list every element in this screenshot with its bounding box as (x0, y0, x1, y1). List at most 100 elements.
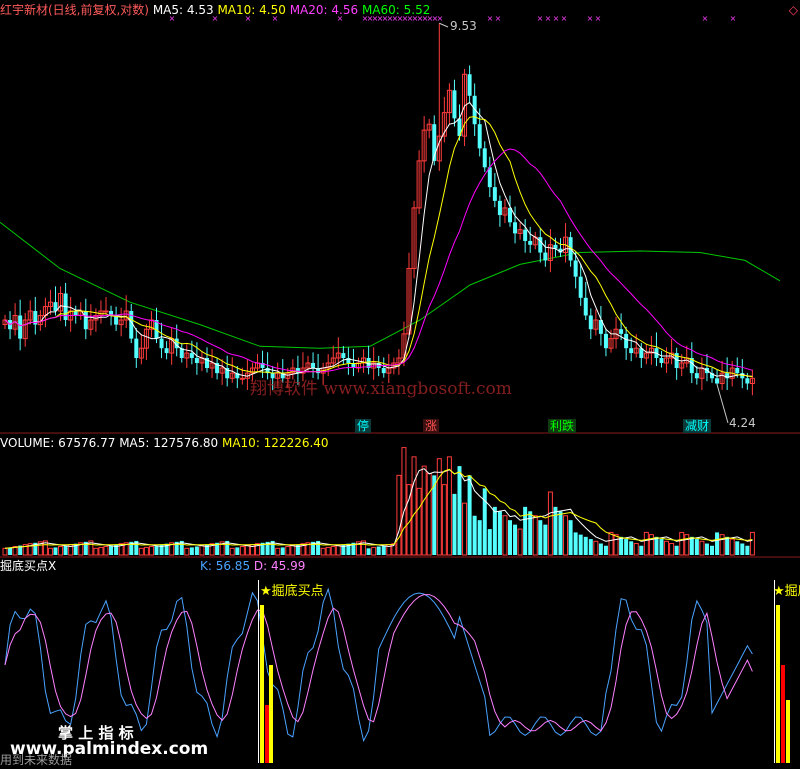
volume-bar (229, 547, 235, 556)
candle-body (588, 315, 593, 330)
volume-bar (109, 545, 114, 555)
signal-up: 涨 (423, 419, 440, 433)
volume-bar (285, 545, 291, 556)
buy-signal-bar (781, 665, 785, 763)
oscillator-title: 掘底买点X (0, 559, 57, 573)
volume-bar (568, 520, 573, 555)
volume-bar (462, 502, 468, 556)
volume-ma10-line (4, 468, 753, 549)
volume-bar (477, 520, 482, 555)
volume-bar (679, 531, 685, 556)
ma60-line (0, 221, 781, 349)
volume-bar (53, 547, 58, 555)
volume-bar (138, 547, 144, 556)
candle-body (573, 260, 578, 277)
volume-bar (578, 534, 583, 555)
volume-bar (154, 545, 159, 555)
volume-bar (543, 524, 548, 555)
volume-bar (593, 540, 599, 556)
candle-body (492, 187, 497, 201)
d-value: D: 45.99 (253, 559, 306, 573)
volume-bar (689, 536, 694, 555)
volume-bar (648, 534, 654, 556)
candle-body (513, 222, 518, 234)
volume-bar (613, 534, 619, 556)
buy-signal-bars (258, 580, 790, 763)
volume-bar (729, 538, 735, 556)
diamond-outline-icon[interactable]: ◇ (789, 3, 798, 17)
candle-body (189, 353, 194, 358)
candles (2, 23, 755, 396)
candle-body (528, 240, 533, 245)
candle-body (239, 377, 245, 380)
candle-body (583, 297, 588, 316)
candle-body (497, 200, 502, 216)
volume-bar (457, 466, 462, 555)
buy-signal-bar (265, 705, 269, 763)
volume-bar (624, 539, 629, 555)
buy-signal-bar (786, 700, 790, 763)
volume-bar (199, 545, 205, 556)
signal-x-mark: × (545, 14, 552, 23)
volume-bar (441, 484, 447, 556)
volume-bar (669, 543, 675, 556)
candle-body (452, 90, 457, 119)
volume-bar (654, 536, 659, 555)
volume-bar (8, 547, 13, 555)
volume-bar (472, 515, 477, 555)
volume-bar (103, 545, 109, 556)
volume-bar (189, 547, 194, 555)
volume-bar (513, 524, 518, 555)
signal-x-mark: × (495, 14, 502, 23)
buy-signal-text-1: 掘底买点 (271, 584, 324, 599)
volume-bar (244, 545, 250, 556)
ma20-line (4, 148, 753, 373)
volume-bar (492, 506, 497, 555)
signal-x-mark: × (537, 14, 544, 23)
volume-bar (93, 547, 99, 556)
candle-body (715, 378, 720, 384)
volume-ma10: MA10: 122226.40 (221, 436, 329, 450)
candle-body (694, 373, 699, 379)
buy-signal-bar (269, 665, 273, 763)
volume-bar (330, 545, 336, 556)
candle-body (341, 353, 346, 358)
volume-bar (143, 546, 149, 556)
volume-bar (674, 545, 679, 555)
volume-bar (239, 545, 245, 556)
volume-bar (608, 531, 614, 556)
volume-bar (639, 545, 644, 555)
candle-body (467, 74, 472, 96)
future-data-note: 用到未来数据 (0, 753, 73, 767)
main-header: 红宇新材(日线,前复权,对数) MA5: 4.53 MA10: 4.50 MA2… (0, 3, 430, 17)
volume-bar (482, 488, 487, 555)
volume-bar (184, 547, 190, 556)
signal-x-mark: × (561, 14, 568, 23)
volume-bar (502, 515, 508, 556)
site-watermark: 翔博软件 www.xiangbosoft.com (250, 379, 512, 399)
volume-bar (735, 541, 740, 555)
volume-bar (619, 536, 624, 555)
volume-bar (194, 546, 199, 555)
candle-body (164, 348, 169, 354)
candle-body (311, 362, 316, 369)
signal-stop: 停 (355, 419, 372, 433)
oscillator-lines (4, 587, 753, 743)
signal-x-mark: × (730, 14, 737, 23)
ma60-value: MA60: 5.52 (361, 3, 431, 17)
volume-bar (603, 545, 608, 555)
volume-bar (583, 536, 588, 555)
volume-bar (396, 474, 402, 556)
volume-bar (290, 545, 296, 556)
volume-bar (517, 528, 523, 556)
k-value: K: 56.85 (200, 559, 251, 573)
volume-bar (719, 534, 725, 556)
volume-bar (58, 545, 64, 556)
volume-ma5-line (4, 468, 753, 549)
volume-bar (659, 539, 664, 555)
volume-bar (416, 487, 422, 556)
buy-signal-label-1: ★掘底买点 (260, 584, 324, 599)
signal-x-mark: × (587, 14, 594, 23)
volume-bar (749, 531, 755, 556)
ma10-value: MA10: 4.50 (217, 3, 286, 17)
